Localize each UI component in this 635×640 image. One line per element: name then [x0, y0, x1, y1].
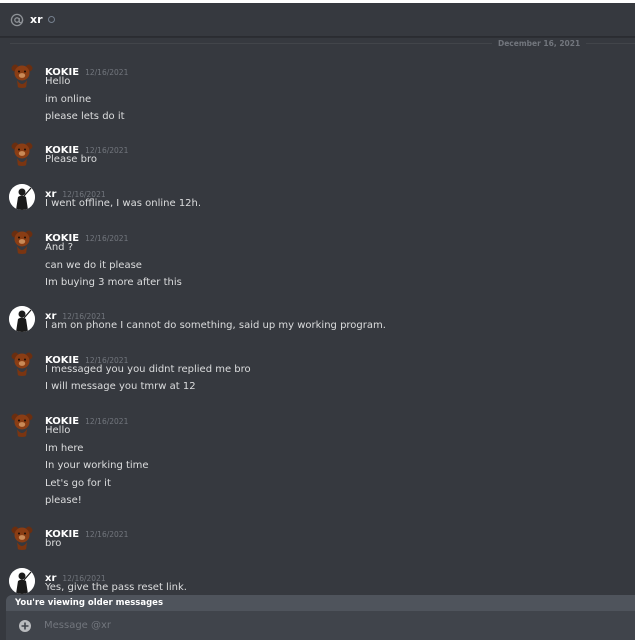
message-text: In your working time: [45, 460, 149, 471]
message-timestamp: 12/16/2021: [85, 68, 129, 77]
message-composer: [6, 611, 635, 640]
message-text: Yes, give the pass reset link.: [45, 582, 187, 593]
bear-avatar[interactable]: [9, 140, 35, 166]
bear-avatar[interactable]: [9, 524, 35, 550]
message-list: KOKIE 12/16/2021 Hello im online please l…: [0, 3, 635, 603]
message-text: im online: [45, 94, 92, 105]
older-messages-notice[interactable]: You're viewing older messages: [6, 595, 635, 611]
message-text: can we do it please: [45, 260, 142, 271]
message-text: Please bro: [45, 154, 97, 165]
message-text: And ?: [45, 242, 74, 253]
message-text: Let's go for it: [45, 478, 111, 489]
message-timestamp: 12/16/2021: [85, 417, 129, 426]
message-text: please!: [45, 495, 82, 506]
message-text: Im buying 3 more after this: [45, 277, 182, 288]
xr-avatar[interactable]: [9, 568, 35, 594]
message-timestamp: 12/16/2021: [85, 530, 129, 539]
message-input[interactable]: [44, 620, 604, 631]
xr-avatar[interactable]: [9, 306, 35, 332]
xr-avatar[interactable]: [9, 184, 35, 210]
bear-avatar[interactable]: [9, 62, 35, 88]
message-text: I messaged you you didnt replied me bro: [45, 364, 251, 375]
message-text: Hello: [45, 425, 71, 436]
dm-window: xr December 16, 2021 KOKIE 12/16/2021 Hel…: [0, 3, 635, 640]
message-text: Im here: [45, 443, 84, 454]
plus-icon: [21, 622, 29, 629]
bear-avatar[interactable]: [9, 411, 35, 437]
bear-avatar[interactable]: [9, 350, 35, 376]
message-timestamp: 12/16/2021: [85, 234, 129, 243]
message-text: I will message you tmrw at 12: [45, 381, 196, 392]
message-text: Hello: [45, 76, 71, 87]
bear-avatar[interactable]: [9, 228, 35, 254]
message-text: please lets do it: [45, 111, 125, 122]
add-attachment-button[interactable]: [19, 619, 31, 632]
message-text: I am on phone I cannot do something, sai…: [45, 320, 386, 331]
message-text: I went offline, I was online 12h.: [45, 198, 202, 209]
message-text: bro: [45, 538, 62, 549]
